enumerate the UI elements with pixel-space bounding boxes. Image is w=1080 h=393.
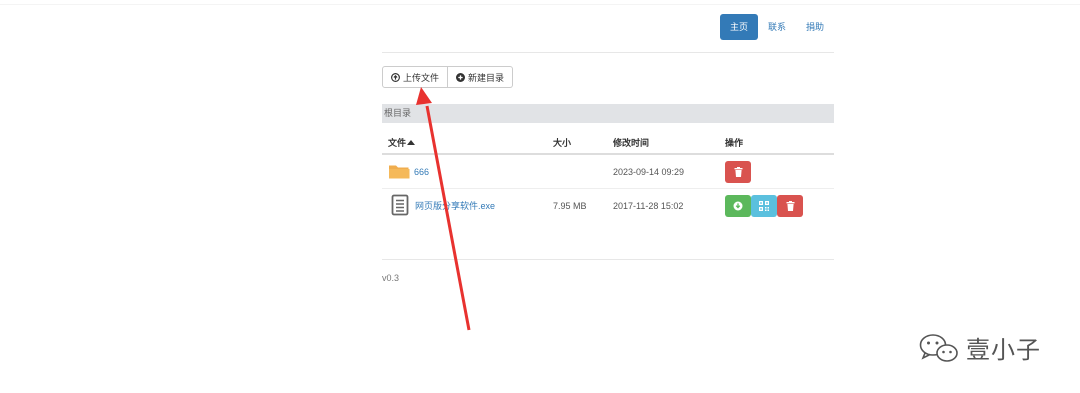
version-label: v0.3	[382, 273, 400, 283]
delete-button[interactable]	[777, 194, 803, 217]
trash-icon	[734, 166, 742, 177]
qrcode-button[interactable]	[751, 194, 777, 217]
file-size: 7.95 MB	[553, 188, 613, 222]
breadcrumb-root[interactable]: 根目录	[384, 108, 411, 118]
watermark: 壹小子	[918, 330, 1041, 365]
file-mtime: 2017-11-28 15:02	[613, 188, 725, 222]
nav-donate[interactable]: 捐助	[796, 14, 834, 40]
download-icon	[733, 201, 743, 210]
nav-contact[interactable]: 联系	[758, 14, 796, 40]
column-header-mtime: 修改时间	[613, 131, 725, 155]
table-row: 666 2023-09-14 09:29	[382, 153, 834, 189]
folder-icon	[388, 162, 410, 182]
file-table: 文件 大小 修改时间 操作 666 2023-09-14 09:29 网页版分享…	[382, 131, 834, 222]
new-folder-button[interactable]: 新建目录	[448, 66, 514, 88]
file-size	[553, 153, 613, 189]
nav-home[interactable]: 主页	[719, 14, 758, 40]
header-divider	[382, 52, 834, 53]
qrcode-icon	[759, 200, 769, 211]
upload-file-button[interactable]: 上传文件	[382, 66, 449, 88]
plus-circle-icon	[456, 72, 466, 82]
file-mtime: 2023-09-14 09:29	[613, 153, 725, 189]
top-nav: 主页 联系 捐助	[719, 14, 834, 40]
upload-icon	[391, 72, 400, 82]
column-header-size: 大小	[553, 131, 613, 155]
footer-divider	[382, 259, 834, 260]
breadcrumb: 根目录	[382, 104, 834, 123]
folder-link[interactable]: 666	[414, 167, 429, 177]
file-icon	[391, 194, 409, 218]
upload-file-label: 上传文件	[403, 72, 440, 83]
delete-button[interactable]	[725, 160, 751, 183]
file-link[interactable]: 网页版分享软件.exe	[415, 199, 495, 212]
sort-asc-icon	[407, 139, 416, 145]
watermark-text: 壹小子	[966, 336, 1041, 364]
download-button[interactable]	[725, 194, 751, 217]
column-header-name[interactable]: 文件	[382, 131, 553, 155]
new-folder-label: 新建目录	[468, 72, 505, 83]
trash-icon	[786, 200, 794, 211]
table-row: 网页版分享软件.exe 7.95 MB 2017-11-28 15:02	[382, 188, 834, 222]
top-divider	[0, 4, 1080, 5]
column-header-ops: 操作	[725, 131, 834, 155]
toolbar: 上传文件 新建目录	[382, 66, 514, 88]
wechat-icon	[919, 333, 958, 362]
